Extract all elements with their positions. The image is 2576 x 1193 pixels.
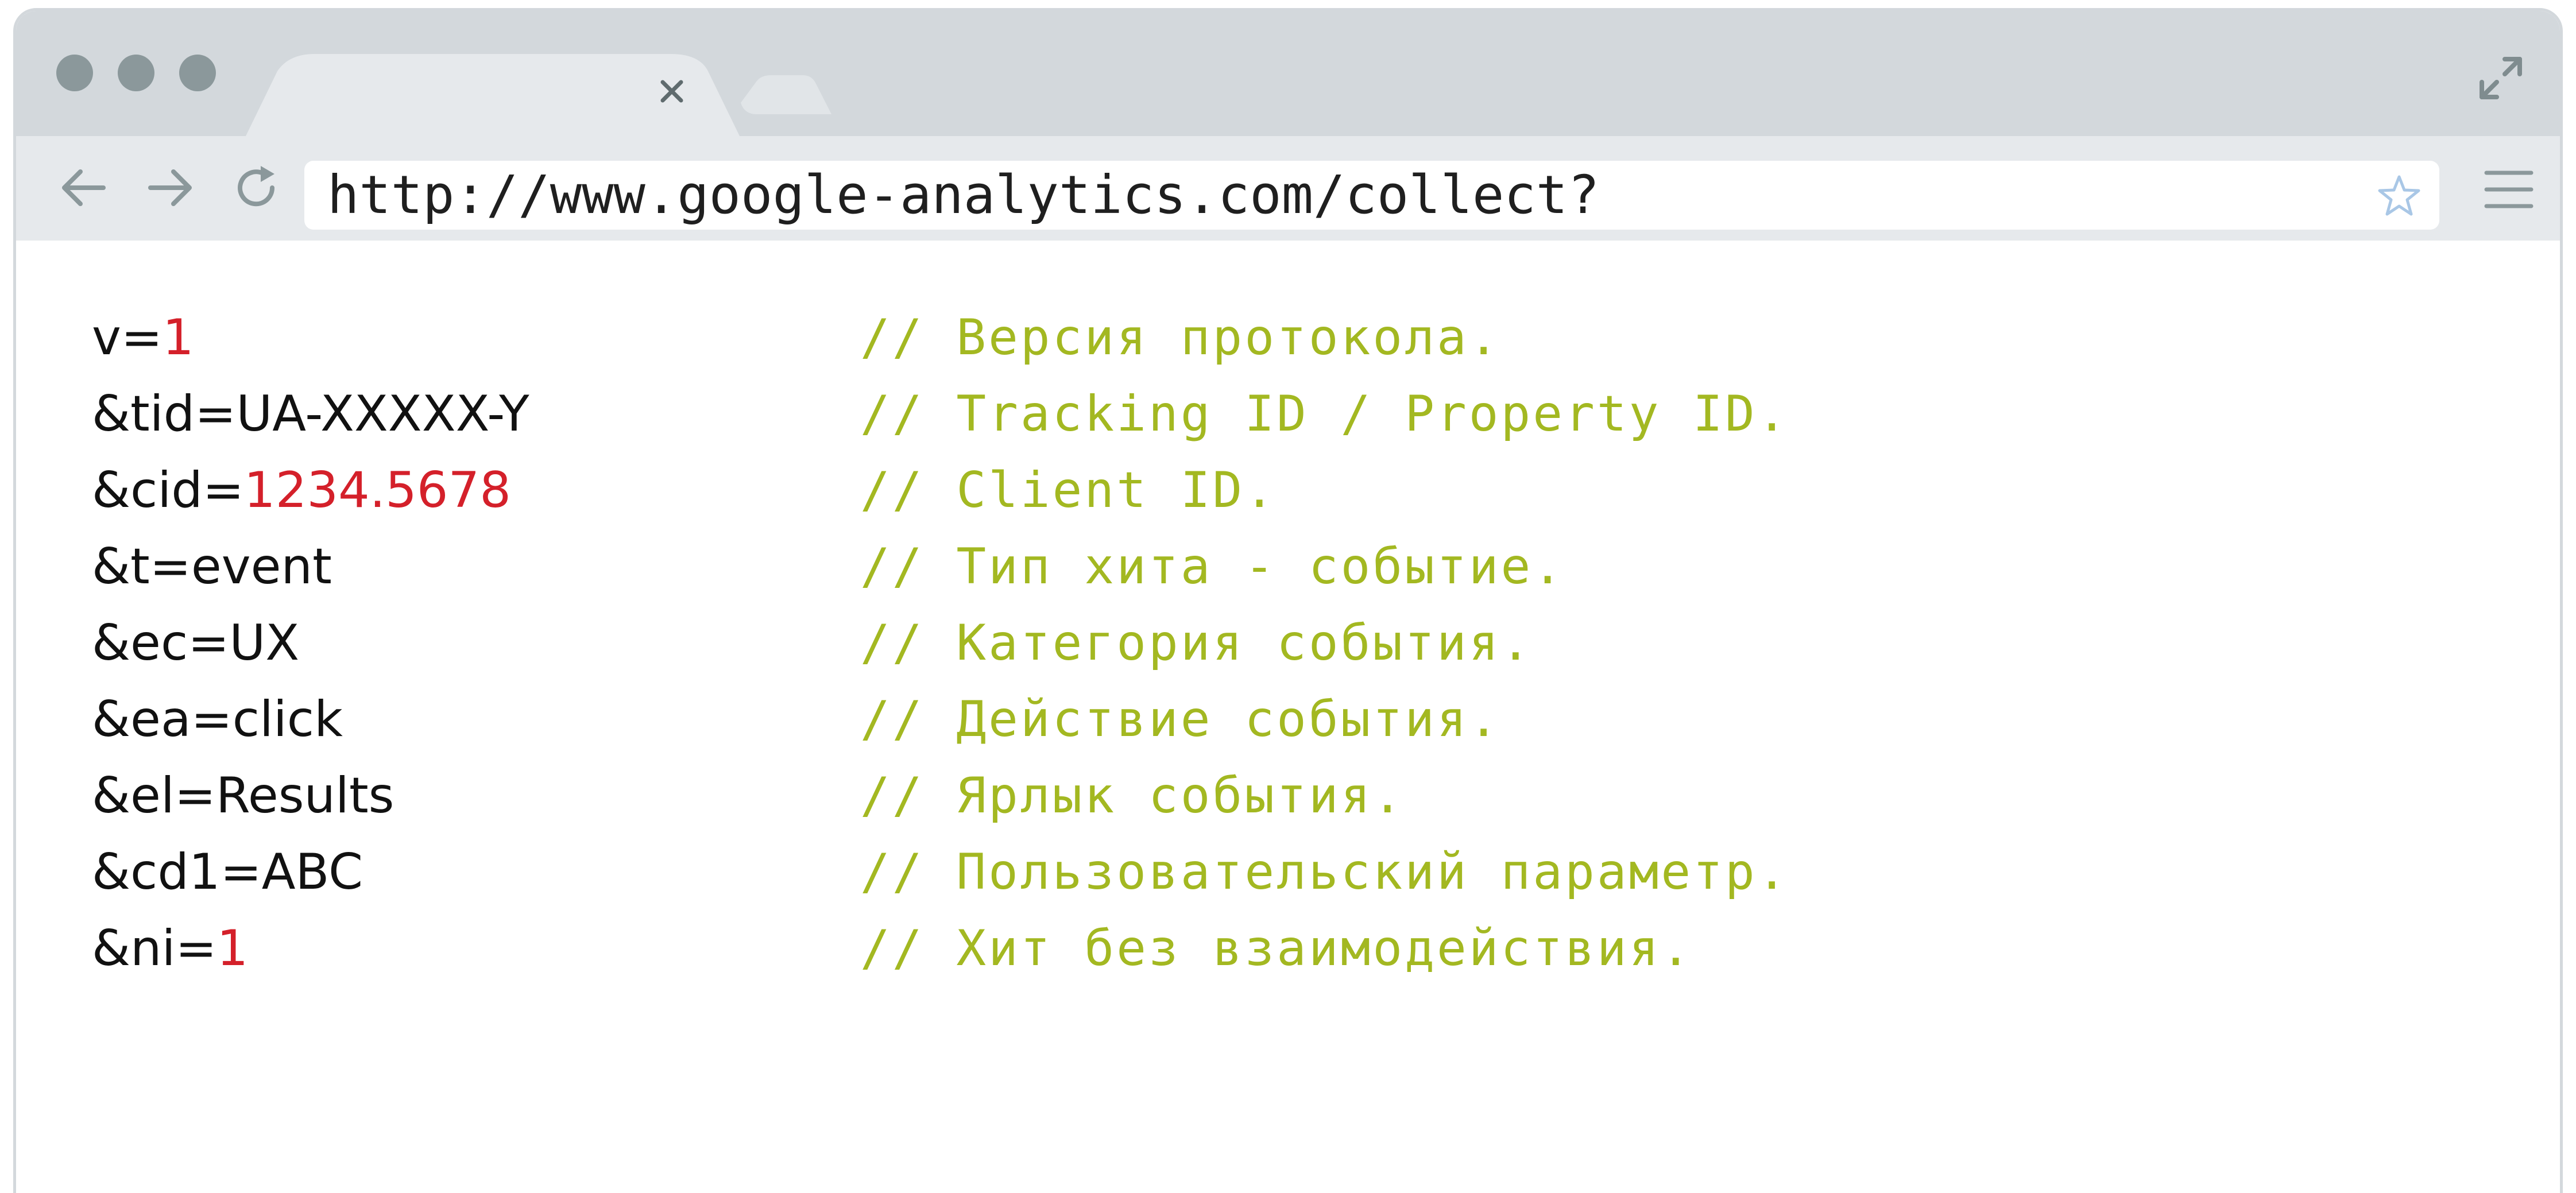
- reload-icon[interactable]: [227, 159, 285, 216]
- param-value: click: [232, 691, 343, 748]
- param-text: &cid=1234.5678: [92, 452, 511, 529]
- star-icon[interactable]: [2376, 173, 2422, 219]
- param-comment: // Ярлык события.: [860, 767, 1405, 824]
- browser-toolbar: http://www.google-analytics.com/collect?: [16, 136, 2560, 241]
- param-key: &cid=: [92, 462, 244, 519]
- param-key: v=: [92, 309, 163, 366]
- param-key: &el=: [92, 767, 216, 824]
- arrow-right-icon[interactable]: [141, 159, 199, 216]
- param-text: &el=Results: [92, 758, 394, 834]
- param-value: 1: [162, 309, 194, 366]
- code-line: &cid=1234.5678 // Client ID.: [92, 452, 1274, 529]
- param-text: v=1: [92, 300, 194, 376]
- code-line: &ni=1 // Хит без взаимодействия.: [92, 911, 1691, 987]
- param-text: &tid=UA-XXXXX-Y: [92, 376, 529, 452]
- param-text: &ea=click: [92, 681, 343, 758]
- code-line: &ea=click // Действие события.: [92, 681, 1499, 758]
- code-line: &el=Results // Ярлык события.: [92, 758, 1402, 834]
- code-line: v=1 // Версия протокола.: [92, 300, 1499, 376]
- param-comment: // Тип хита - событие.: [860, 538, 1565, 595]
- param-text: &t=event: [92, 529, 332, 605]
- param-text: &ni=1: [92, 911, 248, 987]
- code-line: &cd1=ABC // Пользовательский параметр.: [92, 834, 1787, 911]
- code-line: &t=event // Тип хита - событие.: [92, 529, 1562, 605]
- browser-chrome: http://www.google-analytics.com/collect?: [16, 11, 2560, 241]
- param-comment: // Версия протокола.: [860, 309, 1501, 366]
- param-value: 1234.5678: [243, 462, 511, 519]
- param-comment: // Tracking ID / Property ID.: [860, 385, 1789, 443]
- param-key: &ni=: [92, 920, 217, 977]
- param-value: Results: [215, 767, 394, 824]
- param-comment: // Действие события.: [860, 691, 1501, 748]
- param-key: &tid=: [92, 385, 237, 443]
- param-key: &t=: [92, 538, 191, 595]
- param-comment: // Пользовательский параметр.: [860, 843, 1789, 901]
- param-comment: // Client ID.: [860, 462, 1277, 519]
- param-value: UA-XXXXX-Y: [236, 385, 529, 443]
- address-bar[interactable]: http://www.google-analytics.com/collect?: [304, 161, 2439, 230]
- param-comment: // Категория события.: [860, 614, 1533, 672]
- param-text: &ec=UX: [92, 605, 299, 681]
- tab-strip: [246, 54, 831, 136]
- close-icon[interactable]: [655, 74, 689, 109]
- param-key: &ec=: [92, 614, 230, 672]
- code-line: &tid=UA-XXXXX-Y // Tracking ID / Propert…: [92, 376, 1787, 452]
- param-value: event: [191, 538, 332, 595]
- address-url[interactable]: http://www.google-analytics.com/collect?: [327, 161, 1600, 230]
- browser-window: http://www.google-analytics.com/collect?…: [13, 8, 2563, 1193]
- code-line: &ec=UX // Категория события.: [92, 605, 1530, 681]
- expand-icon[interactable]: [2469, 47, 2532, 110]
- param-key: &cd1=: [92, 843, 262, 901]
- hamburger-menu-icon[interactable]: [2483, 164, 2535, 215]
- new-tab-button[interactable]: [741, 75, 831, 114]
- param-value: UX: [229, 614, 300, 672]
- param-value: 1: [216, 920, 249, 977]
- param-value: ABC: [261, 843, 363, 901]
- param-comment: // Хит без взаимодействия.: [860, 920, 1693, 977]
- param-text: &cd1=ABC: [92, 834, 363, 911]
- param-key: &ea=: [92, 691, 233, 748]
- arrow-left-icon[interactable]: [55, 159, 113, 216]
